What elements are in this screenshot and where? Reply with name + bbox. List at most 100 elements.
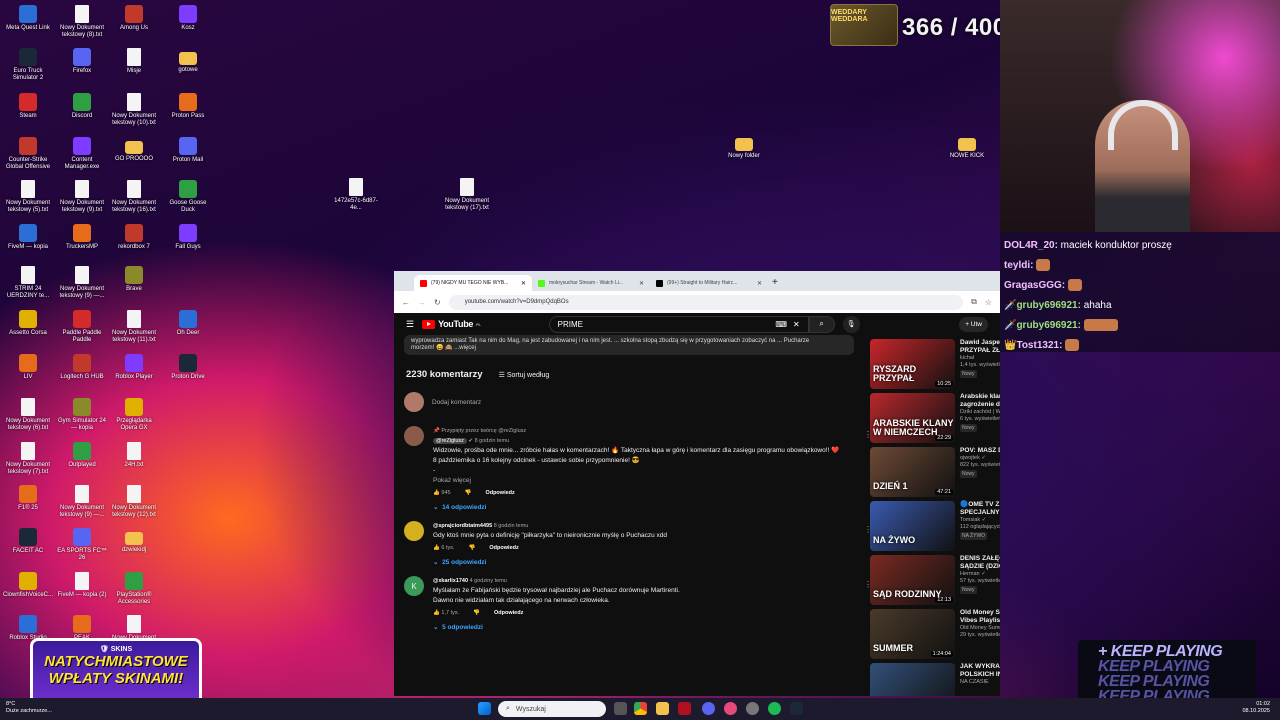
desktop-icon[interactable]: Outplayed xyxy=(56,442,108,469)
desktop-icon[interactable]: Proton Pass xyxy=(162,93,214,120)
video-thumbnail[interactable]: SĄD RODZINNY 12:13 xyxy=(870,555,955,605)
keyboard-icon[interactable]: ⌨ xyxy=(775,320,787,329)
desktop-icon[interactable]: EA SPORTS FC™ 26 xyxy=(56,528,108,562)
sort-button[interactable]: ☰ Sortuj według xyxy=(499,371,550,379)
desktop-icon[interactable]: STRIM 24 UERDZINY te... xyxy=(2,266,54,300)
system-clock[interactable]: 01:02 08.10.2025 xyxy=(1242,701,1270,715)
desktop-icon[interactable]: Meta Quest Link xyxy=(2,5,54,32)
tab-kick[interactable]: mokrysuchar Stream - Watch Li... ✕ xyxy=(532,275,650,291)
comment-author[interactable]: @xkarlix1740 xyxy=(433,578,468,584)
desktop-icon[interactable]: Firefox xyxy=(56,48,108,75)
discord-icon[interactable] xyxy=(702,702,715,715)
voice-search-button[interactable]: 🎙 xyxy=(842,315,860,333)
reload-icon[interactable]: ↻ xyxy=(434,298,441,307)
desktop-icon[interactable]: GO PROOOO xyxy=(108,137,160,163)
forward-icon[interactable]: → xyxy=(418,298,426,307)
video-thumbnail[interactable]: DZIEŃ 1 47:21 xyxy=(870,447,955,497)
desktop-icon[interactable]: Fall Guys xyxy=(162,224,214,251)
channel-name[interactable]: Dziki zachód | Wilczyński xyxy=(960,409,1000,416)
desktop-icon[interactable]: Misje xyxy=(108,48,160,75)
close-tab-icon[interactable]: ✕ xyxy=(757,280,762,287)
comment-time[interactable]: 4 godziny temu xyxy=(470,578,507,584)
close-tab-icon[interactable]: ✕ xyxy=(639,280,644,287)
recommended-video[interactable]: RYSZARD PRZYPAŁ10:25 Dawid Jasper RYSZARD… xyxy=(870,339,1000,393)
new-tab-icon[interactable]: + xyxy=(772,277,778,288)
replies-toggle[interactable]: ⌄ 25 odpowiedzi xyxy=(433,558,854,568)
recommended-video[interactable]: ARABSKIE KLANY W NIEMCZECH 22:29 Arabskie … xyxy=(870,393,1000,447)
avatar[interactable] xyxy=(404,426,424,446)
desktop-icon[interactable]: Discord xyxy=(56,93,108,120)
desktop-icon[interactable]: Roblox Player xyxy=(108,354,160,381)
desktop-icon[interactable]: Proton Mail xyxy=(162,137,214,164)
like-button[interactable]: 👍 945 xyxy=(433,488,451,498)
video-title[interactable]: 🔵OME TV Z GOŚCMI SPECJALNYMI NA ... xyxy=(960,501,1000,517)
add-comment-placeholder[interactable]: Dodaj komentarz xyxy=(432,399,481,406)
video-thumbnail[interactable] xyxy=(870,663,955,696)
clear-search-icon[interactable]: ✕ xyxy=(793,320,800,329)
video-title[interactable]: Dawid Jasper RYSZARD PRZYPAŁ ZŁODZIEJA xyxy=(960,339,1000,355)
desktop-icon[interactable]: Paddle Paddle Paddle xyxy=(56,310,108,344)
desktop-icon[interactable]: dzwiekidj xyxy=(108,528,160,554)
desktop-icon[interactable]: Proton Drive xyxy=(162,354,214,381)
desktop-icon[interactable]: Content Manager.exe xyxy=(56,137,108,171)
desktop-icon[interactable]: FiveM — kopia xyxy=(2,224,54,251)
recommended-video[interactable]: SUMMER 1:24:04 Old Money Summer - Old Mone… xyxy=(870,609,1000,663)
desktop-icon[interactable]: Nowy Dokument tekstowy (6).txt xyxy=(2,398,54,432)
desktop-icon[interactable]: Nowy Dokument tekstowy (12).txt xyxy=(108,485,160,519)
comment-time[interactable]: 8 godzin temu xyxy=(494,523,529,529)
comment-author[interactable]: @reZiglusz xyxy=(433,438,467,444)
desktop-icon[interactable]: LIV xyxy=(2,354,54,381)
search-button[interactable]: ⌕ xyxy=(808,315,835,333)
desktop-icon[interactable]: Gym Simulator 24 — kopia xyxy=(56,398,108,432)
desktop-icon[interactable]: Euro Truck Simulator 2 xyxy=(2,48,54,82)
video-thumbnail[interactable]: ARABSKIE KLANY W NIEMCZECH 22:29 xyxy=(870,393,955,443)
desktop-icon[interactable]: Kosz xyxy=(162,5,214,32)
desktop-icon[interactable]: Assetto Corsa xyxy=(2,310,54,337)
windows-start-icon[interactable] xyxy=(478,702,491,715)
recommended-video[interactable]: NA ŻYWO🔵OME TV Z GOŚCMI SPECJALNYMI NA .… xyxy=(870,501,1000,555)
create-button[interactable]: + Utw xyxy=(959,316,988,332)
desktop-icon[interactable]: FACEIT AC xyxy=(2,528,54,555)
spotify-icon[interactable] xyxy=(768,702,781,715)
like-button[interactable]: 👍 6 tys. xyxy=(433,543,455,553)
desktop-icon[interactable]: Nowy Dokument tekstowy (9) —... xyxy=(56,266,108,300)
video-description[interactable]: wyprowadza zamiast Tak na nim do Mag, na… xyxy=(404,335,854,355)
weather-widget[interactable]: 8°C Duże zachmurze... xyxy=(6,701,52,715)
chrome-icon[interactable] xyxy=(634,702,647,715)
desktop-icon[interactable]: Nowy Dokument tekstowy (7).txt xyxy=(2,442,54,476)
channel-name[interactable]: NA CZASIE xyxy=(960,679,1000,686)
video-thumbnail[interactable]: RYSZARD PRZYPAŁ 10:25 xyxy=(870,339,955,389)
app-icon[interactable] xyxy=(746,702,759,715)
comment-author[interactable]: @sprajciordbtatm4495 xyxy=(433,523,492,529)
desktop-icon[interactable]: Nowy Dokument tekstowy (10).txt xyxy=(108,93,160,127)
comment-time[interactable]: 8 godzin temu xyxy=(475,438,510,444)
recommended-video[interactable]: SĄD RODZINNY12:13 DENIS ZAŁĘCKI - ROZPRAW… xyxy=(870,555,1000,609)
tab-x[interactable]: (99+) Straight to Military Hairc... ✕ xyxy=(650,275,768,291)
video-title[interactable]: Old Money Summer - Old Money Vibes Playl… xyxy=(960,609,1000,625)
reply-button[interactable]: Odpowiedz xyxy=(494,608,523,618)
desktop-icon[interactable]: 24H.txt xyxy=(108,442,160,469)
replies-toggle[interactable]: ⌄ 5 odpowiedzi xyxy=(433,623,854,633)
desktop-icon[interactable]: Brave xyxy=(108,266,160,293)
channel-name[interactable]: Old Money Summer xyxy=(960,625,1000,632)
add-comment[interactable]: Dodaj komentarz xyxy=(404,392,854,412)
menu-icon[interactable]: ☰ xyxy=(406,319,414,330)
channel-name[interactable]: Herman ✓ xyxy=(960,571,1000,578)
taskbar-search[interactable]: ⌕ Wyszukaj xyxy=(498,701,606,717)
desktop-icon[interactable]: Nowy Dokument tekstowy (5).txt xyxy=(2,180,54,214)
tab-youtube[interactable]: (79) NIGDY MU TEGO NIE WYB... ✕ xyxy=(414,275,532,291)
reply-button[interactable]: Odpowiedz xyxy=(485,488,514,498)
video-thumbnail[interactable]: SUMMER 1:24:04 xyxy=(870,609,955,659)
desktop-icon[interactable]: ClownfishVoiceC... xyxy=(2,572,54,599)
bookmark-star-icon[interactable]: ☆ xyxy=(985,298,992,307)
video-title[interactable]: Arabskie klany – największe zagrożenie d… xyxy=(960,393,1000,409)
close-tab-icon[interactable]: ✕ xyxy=(521,280,526,287)
desktop-icon[interactable]: FiveM — kopia (2) xyxy=(56,572,108,599)
desktop-icon[interactable]: NOWE KICK xyxy=(941,134,993,160)
desktop-icon[interactable]: Nowy Dokument tekstowy (17).txt xyxy=(441,178,493,212)
description-more[interactable]: morzem! 😄 🙈 ...więcej xyxy=(411,344,847,351)
desktop-icon[interactable]: Among Us xyxy=(108,5,160,32)
desktop-icon[interactable]: Nowy Dokument tekstowy (9).txt xyxy=(56,180,108,214)
desktop-icon[interactable]: Oh Deer xyxy=(162,310,214,337)
desktop-icon[interactable]: gotowe xyxy=(162,48,214,74)
